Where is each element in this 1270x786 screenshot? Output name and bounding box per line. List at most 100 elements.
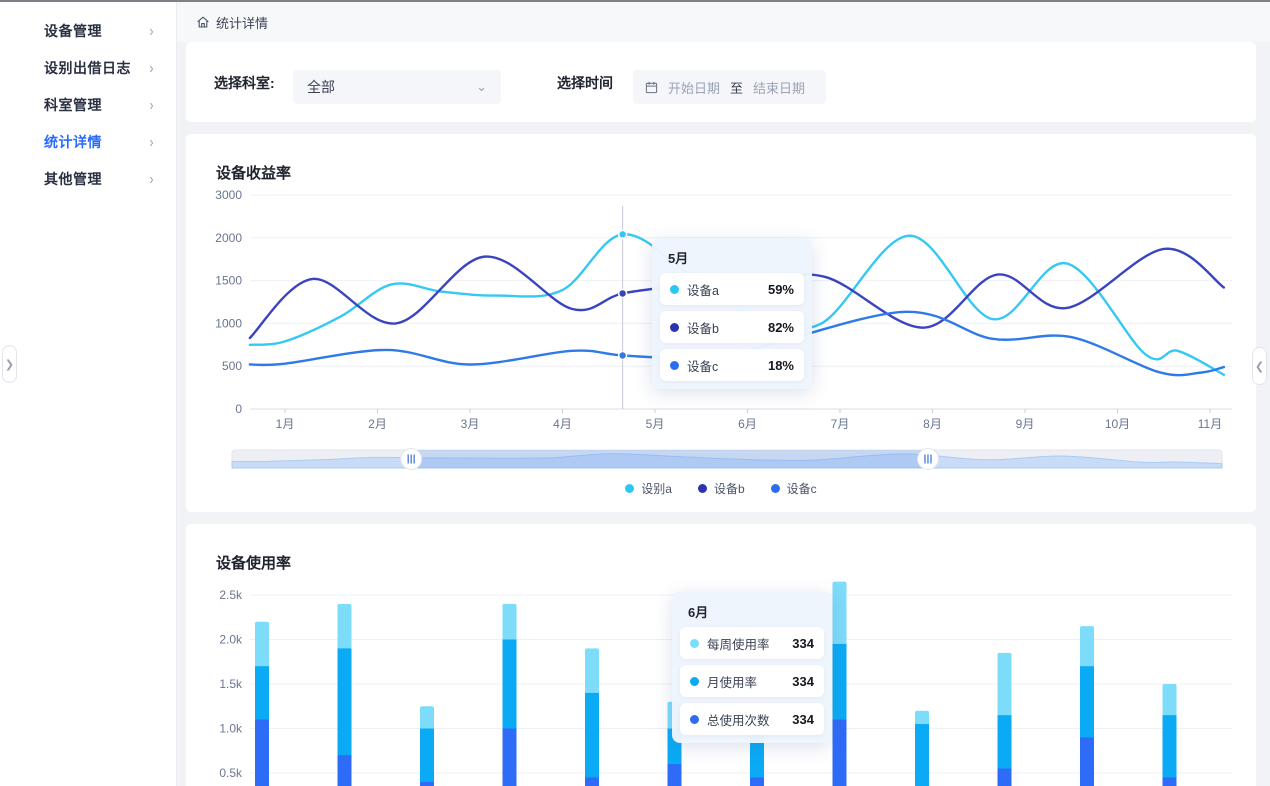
chevron-right-icon: › bbox=[150, 21, 155, 39]
legend-label: 设别a bbox=[641, 480, 672, 497]
x-axis-tick-label: 2月 bbox=[368, 417, 387, 431]
bar-segment-monthly[interactable] bbox=[585, 693, 599, 786]
tooltip-series-name: 设备c bbox=[687, 356, 718, 375]
bar-segment-total[interactable] bbox=[585, 777, 599, 786]
tooltip-series-value: 59% bbox=[768, 282, 794, 297]
sidebar-item[interactable]: 其他管理 › bbox=[0, 160, 176, 197]
tooltip-rows: 每周使用率 334 月使用率 334 总使用次数 334 bbox=[680, 627, 824, 735]
x-axis-tick-label: 9月 bbox=[1016, 417, 1035, 431]
y-axis-tick-label: 1000 bbox=[215, 316, 242, 330]
chevron-down-icon: ⌄ bbox=[476, 79, 487, 95]
y-axis-tick-label: 1.5k bbox=[219, 677, 243, 691]
bar-segment-total[interactable] bbox=[668, 764, 682, 786]
filter-panel: 选择科室: 全部 ⌄ 选择时间 开始日期 至 结束日期 bbox=[186, 42, 1256, 122]
y-axis-tick-label: 1500 bbox=[215, 274, 242, 288]
breadcrumb-bar: 统计详情 bbox=[177, 2, 1270, 42]
y-axis-tick-label: 2.0k bbox=[219, 633, 243, 647]
tooltip-row: 每周使用率 334 bbox=[680, 627, 824, 659]
panel-collapse-handle[interactable]: ❮ bbox=[1252, 347, 1267, 385]
bar-segment-monthly[interactable] bbox=[1163, 715, 1177, 786]
bar-segment-total[interactable] bbox=[338, 755, 352, 786]
usage-tooltip: 6月 每周使用率 334 月使用率 334 总使用次数 334 bbox=[672, 592, 832, 743]
tooltip-row: 设备a59% bbox=[660, 273, 804, 305]
date-range-picker[interactable]: 开始日期 至 结束日期 bbox=[633, 70, 826, 104]
breadcrumb-label: 统计详情 bbox=[216, 13, 268, 32]
legend-label: 设备c bbox=[787, 480, 817, 497]
hover-point-dot bbox=[619, 352, 627, 360]
bar-segment-total[interactable] bbox=[833, 720, 847, 786]
breadcrumb[interactable]: 统计详情 bbox=[196, 13, 268, 32]
bar-segment-total[interactable] bbox=[1163, 777, 1177, 786]
x-axis-tick-label: 1月 bbox=[276, 417, 295, 431]
chevron-right-icon: › bbox=[150, 58, 155, 76]
sidebar-item[interactable]: 设备管理 › bbox=[0, 12, 176, 49]
x-axis-tick-label: 8月 bbox=[923, 417, 942, 431]
end-date-input[interactable]: 结束日期 bbox=[753, 78, 805, 97]
bar-segment-monthly[interactable] bbox=[420, 729, 434, 786]
bar-segment-total[interactable] bbox=[750, 777, 764, 786]
sidebar: 设备管理 › 设别出借日志 › 科室管理› 统计详情 › 其他管理 › bbox=[0, 2, 177, 786]
tooltip-series-value: 18% bbox=[768, 358, 794, 373]
tooltip-series-name: 总使用次数 bbox=[707, 710, 770, 729]
series-dot-icon bbox=[690, 677, 699, 686]
hover-point-dot bbox=[619, 230, 627, 238]
bar-segment-total[interactable] bbox=[998, 769, 1012, 786]
tooltip-series-name: 月使用率 bbox=[707, 672, 757, 691]
tooltip-row: 月使用率 334 bbox=[680, 665, 824, 697]
revenue-chart-card: 设备收益率 050010001500200030001月2月3月4月5月6月7月… bbox=[186, 134, 1256, 512]
app-root: 设备管理 › 设别出借日志 › 科室管理› 统计详情 › 其他管理 › 统计详情 选择科室: 全… bbox=[0, 0, 1270, 786]
sidebar-item-label: 设备管理 bbox=[44, 21, 102, 41]
sidebar-item[interactable]: 统计详情 › bbox=[0, 123, 176, 160]
dept-select-value: 全部 bbox=[307, 77, 335, 97]
legend-dot-icon bbox=[771, 484, 780, 493]
dept-select[interactable]: 全部 ⌄ bbox=[293, 70, 501, 104]
bar-segment-total[interactable] bbox=[503, 729, 517, 786]
tooltip-series-value: 334 bbox=[792, 636, 814, 651]
y-axis-tick-label: 500 bbox=[222, 359, 242, 373]
tooltip-series-value: 334 bbox=[792, 674, 814, 689]
tooltip-header: 6月 bbox=[688, 602, 824, 621]
y-axis-tick-label: 0.5k bbox=[219, 766, 243, 780]
sidebar-item-label: 统计详情 bbox=[44, 132, 102, 152]
usage-chart-card: 设备使用率 0.5k1.0k1.5k2.0k2.5k 6月 每周使用率334月使… bbox=[186, 524, 1256, 786]
legend-dot-icon bbox=[698, 484, 707, 493]
series-dot-icon bbox=[690, 715, 699, 724]
revenue-chart-legend: 设别a 设备b 设备c bbox=[186, 480, 1256, 497]
series-dot-icon bbox=[670, 285, 679, 294]
sidebar-item[interactable]: 设别出借日志 › bbox=[0, 49, 176, 86]
datazoom-selection[interactable] bbox=[411, 450, 928, 468]
x-axis-tick-label: 7月 bbox=[831, 417, 850, 431]
bar-segment-total[interactable] bbox=[1080, 737, 1094, 786]
home-icon bbox=[196, 15, 210, 29]
x-axis-tick-label: 10月 bbox=[1105, 417, 1130, 431]
legend-item[interactable]: 设备b bbox=[698, 480, 745, 497]
tooltip-series-value: 334 bbox=[792, 712, 814, 727]
legend-item[interactable]: 设备c bbox=[771, 480, 817, 497]
series-dot-icon bbox=[690, 639, 699, 648]
sidebar-expand-handle[interactable]: ❯ bbox=[2, 345, 17, 383]
sidebar-item[interactable]: 科室管理› bbox=[0, 86, 176, 123]
sidebar-item-label: 其他管理 bbox=[44, 169, 102, 189]
y-axis-tick-label: 3000 bbox=[215, 188, 242, 202]
tooltip-series-name: 每周使用率 bbox=[707, 634, 770, 653]
legend-item[interactable]: 设别a bbox=[625, 480, 672, 497]
revenue-tooltip: 5月 设备a59% 设备b82% 设备c 18% bbox=[652, 238, 812, 389]
tooltip-header: 5月 bbox=[668, 248, 804, 267]
chevron-right-icon: › bbox=[150, 169, 155, 187]
start-date-input[interactable]: 开始日期 bbox=[668, 78, 720, 97]
time-filter-label: 选择时间 bbox=[557, 73, 613, 93]
x-axis-tick-label: 11月 bbox=[1198, 417, 1222, 431]
bar-segment-monthly[interactable] bbox=[915, 724, 929, 786]
tooltip-row: 总使用次数 334 bbox=[680, 703, 824, 735]
x-axis-tick-label: 3月 bbox=[461, 417, 480, 431]
x-axis-tick-label: 5月 bbox=[646, 417, 665, 431]
hover-point-dot bbox=[619, 289, 627, 297]
calendar-icon bbox=[645, 81, 658, 94]
legend-label: 设备b bbox=[714, 480, 745, 497]
tooltip-row: 设备b82% bbox=[660, 311, 804, 343]
chevron-right-icon: › bbox=[150, 132, 155, 150]
sidebar-item-label: 设别出借日志 bbox=[44, 58, 131, 78]
bar-segment-total[interactable] bbox=[255, 720, 269, 786]
bar-segment-total[interactable] bbox=[420, 782, 434, 786]
y-axis-tick-label: 1.0k bbox=[219, 722, 243, 736]
